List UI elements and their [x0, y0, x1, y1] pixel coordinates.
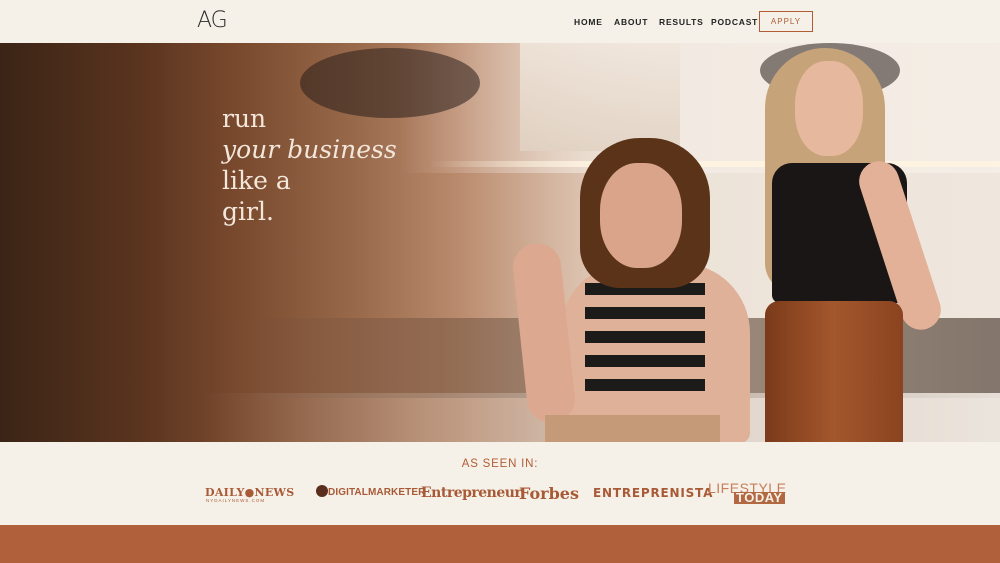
person-left-pants — [545, 415, 720, 442]
person-right-skirt — [765, 301, 903, 442]
press-title: AS SEEN IN: — [461, 458, 539, 470]
nav-results[interactable]: RESULTS — [659, 17, 704, 27]
shirt-stripe — [585, 379, 705, 391]
nav-home[interactable]: HOME — [574, 17, 603, 27]
shirt-stripe — [585, 355, 705, 367]
person-right-face — [795, 61, 863, 156]
digital-marketer-icon — [316, 485, 328, 497]
next-section-band — [0, 525, 1000, 563]
shirt-stripe — [585, 307, 705, 319]
entrepreneur-logo: Entrepreneur — [421, 485, 522, 501]
site-header: AG HOME ABOUT RESULTS PODCAST APPLY — [0, 0, 1000, 43]
apply-button[interactable]: APPLY — [759, 11, 813, 32]
daily-news-subtext: NYDAILYNEWS.COM — [206, 498, 266, 503]
tagline-line-1: run — [222, 104, 267, 133]
hero-banner: run your business like a girl. — [0, 43, 1000, 442]
hero-hood — [520, 43, 680, 151]
shirt-stripe — [585, 331, 705, 343]
lifestyle-today-logo-bottom: TODAY — [734, 490, 785, 505]
forbes-logo: Forbes — [519, 484, 579, 503]
brand-logo[interactable]: AG — [197, 8, 228, 33]
hero-light-strip — [430, 161, 1000, 167]
tagline-line-3: like a — [222, 166, 291, 195]
nav-podcast[interactable]: PODCAST — [711, 17, 758, 27]
entreprenista-logo: ENTREPRENISTA — [593, 486, 714, 500]
hero-tagline: run your business like a girl. — [222, 103, 397, 227]
press-section: AS SEEN IN: DAILY●NEWS NYDAILYNEWS.COM D… — [0, 442, 1000, 525]
tagline-line-2: your business — [222, 135, 397, 164]
digital-marketer-logo: DIGITALMARKETER — [328, 487, 426, 498]
person-left-face — [600, 163, 682, 268]
tagline-line-4: girl. — [222, 197, 274, 226]
nav-about[interactable]: ABOUT — [614, 17, 648, 27]
